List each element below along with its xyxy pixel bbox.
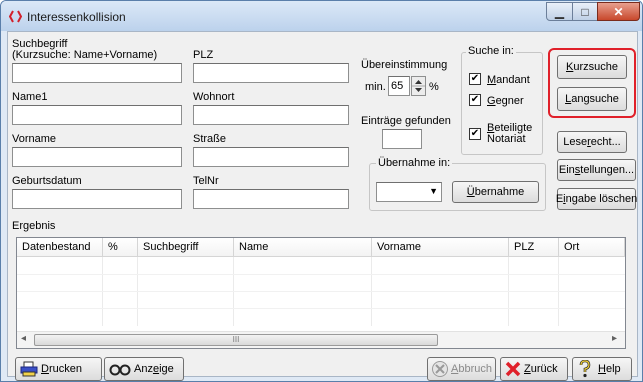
help-button[interactable]: Help <box>572 357 632 381</box>
uebernahme-select[interactable]: ▼ <box>376 182 442 202</box>
scroll-thumb[interactable]: III <box>34 334 438 346</box>
notariat-label: Notariat <box>487 133 526 145</box>
anzeige-button[interactable]: Anz e ige <box>104 357 184 381</box>
percent-unit: % <box>429 81 439 93</box>
window-title: Interessenkollision <box>27 10 126 24</box>
title-bar: Interessenkollision ▁ □ ✕ <box>1 1 642 31</box>
entries-found-label: Einträge gefunden <box>361 115 451 127</box>
printer-icon <box>20 361 38 377</box>
vorname-input[interactable] <box>12 147 182 167</box>
zurueck-button[interactable]: Zurück <box>500 357 568 381</box>
drucken-button[interactable]: Drucken <box>15 357 102 381</box>
dropdown-arrow-icon: ▼ <box>429 186 438 196</box>
results-table[interactable]: Datenbestand % Suchbegriff Name Vorname … <box>16 237 626 349</box>
uebernahme-button[interactable]: Übernahme <box>452 181 539 203</box>
match-spinner[interactable] <box>411 76 426 96</box>
min-label: min. <box>365 81 386 93</box>
geburtsdatum-input[interactable] <box>12 189 182 209</box>
maximize-button[interactable]: □ <box>572 2 598 21</box>
column-header[interactable]: Suchbegriff <box>138 238 234 257</box>
column-header[interactable]: Vorname <box>372 238 509 257</box>
close-button[interactable]: ✕ <box>597 2 640 21</box>
gegner-label: Gegner <box>487 95 524 107</box>
name1-label: Name1 <box>12 91 48 103</box>
langsuche-button[interactable]: Langsuche <box>557 87 627 111</box>
wohnort-input[interactable] <box>193 105 349 125</box>
einstellungen-button[interactable]: Ein s tellungen... <box>557 159 636 181</box>
suchbegriff-input[interactable] <box>12 63 182 83</box>
scroll-left-icon[interactable]: ◂ <box>21 333 26 344</box>
red-x-icon <box>505 361 521 377</box>
minimize-button[interactable]: ▁ <box>546 2 573 21</box>
kurzsuche-button[interactable]: Kurzsuche <box>557 55 627 79</box>
strasse-input[interactable] <box>193 147 349 167</box>
column-header[interactable]: Datenbestand <box>17 238 103 257</box>
suchbegriff-hint: (Kurzsuche: Name+Vorname) <box>12 49 158 61</box>
scroll-right-icon[interactable]: ▸ <box>612 333 617 344</box>
telnr-input[interactable] <box>193 189 349 209</box>
strasse-label: Straße <box>193 133 227 145</box>
uebernahme-title: Übernahme in: <box>376 157 453 169</box>
uebereinstimmung-label: Übereinstimmung <box>361 59 448 71</box>
ergebnis-label: Ergebnis <box>12 220 56 232</box>
horizontal-scrollbar[interactable]: ◂ III ▸ <box>17 331 625 348</box>
plz-label: PLZ <box>193 49 214 61</box>
column-header[interactable]: % <box>103 238 138 257</box>
mandant-checkbox[interactable]: ✔ <box>469 73 481 85</box>
app-icon <box>8 10 23 26</box>
telnr-label: TelNr <box>193 175 219 187</box>
mandant-label: Mandant <box>487 74 530 86</box>
wohnort-label: Wohnort <box>193 91 235 103</box>
spinner-arrows-icon <box>412 80 425 92</box>
eingabe-loeschen-button[interactable]: Ei ngabe löschen <box>556 188 637 210</box>
entries-found-field <box>382 129 422 149</box>
match-percent-input[interactable]: 65 <box>388 76 410 96</box>
glasses-icon <box>109 364 131 376</box>
beteiligte-checkbox[interactable]: ✔ <box>469 128 481 140</box>
application-window: Interessenkollision ▁ □ ✕ Suchbegriff (K… <box>0 0 643 382</box>
plz-input[interactable] <box>193 63 349 83</box>
abbruch-button[interactable]: Abbruch <box>427 357 496 381</box>
gegner-checkbox[interactable]: ✔ <box>469 94 481 106</box>
leserecht-button[interactable]: Lese r echt... <box>557 131 627 153</box>
column-header[interactable]: Name <box>234 238 372 257</box>
abort-icon <box>432 361 448 377</box>
suche-in-title: Suche in: <box>466 45 516 57</box>
help-question-icon <box>579 360 591 378</box>
vorname-label: Vorname <box>12 133 57 145</box>
geburtsdatum-label: Geburtsdatum <box>12 175 82 187</box>
name1-input[interactable] <box>12 105 182 125</box>
column-header[interactable]: Ort <box>559 238 625 257</box>
column-header[interactable]: PLZ <box>509 238 559 257</box>
